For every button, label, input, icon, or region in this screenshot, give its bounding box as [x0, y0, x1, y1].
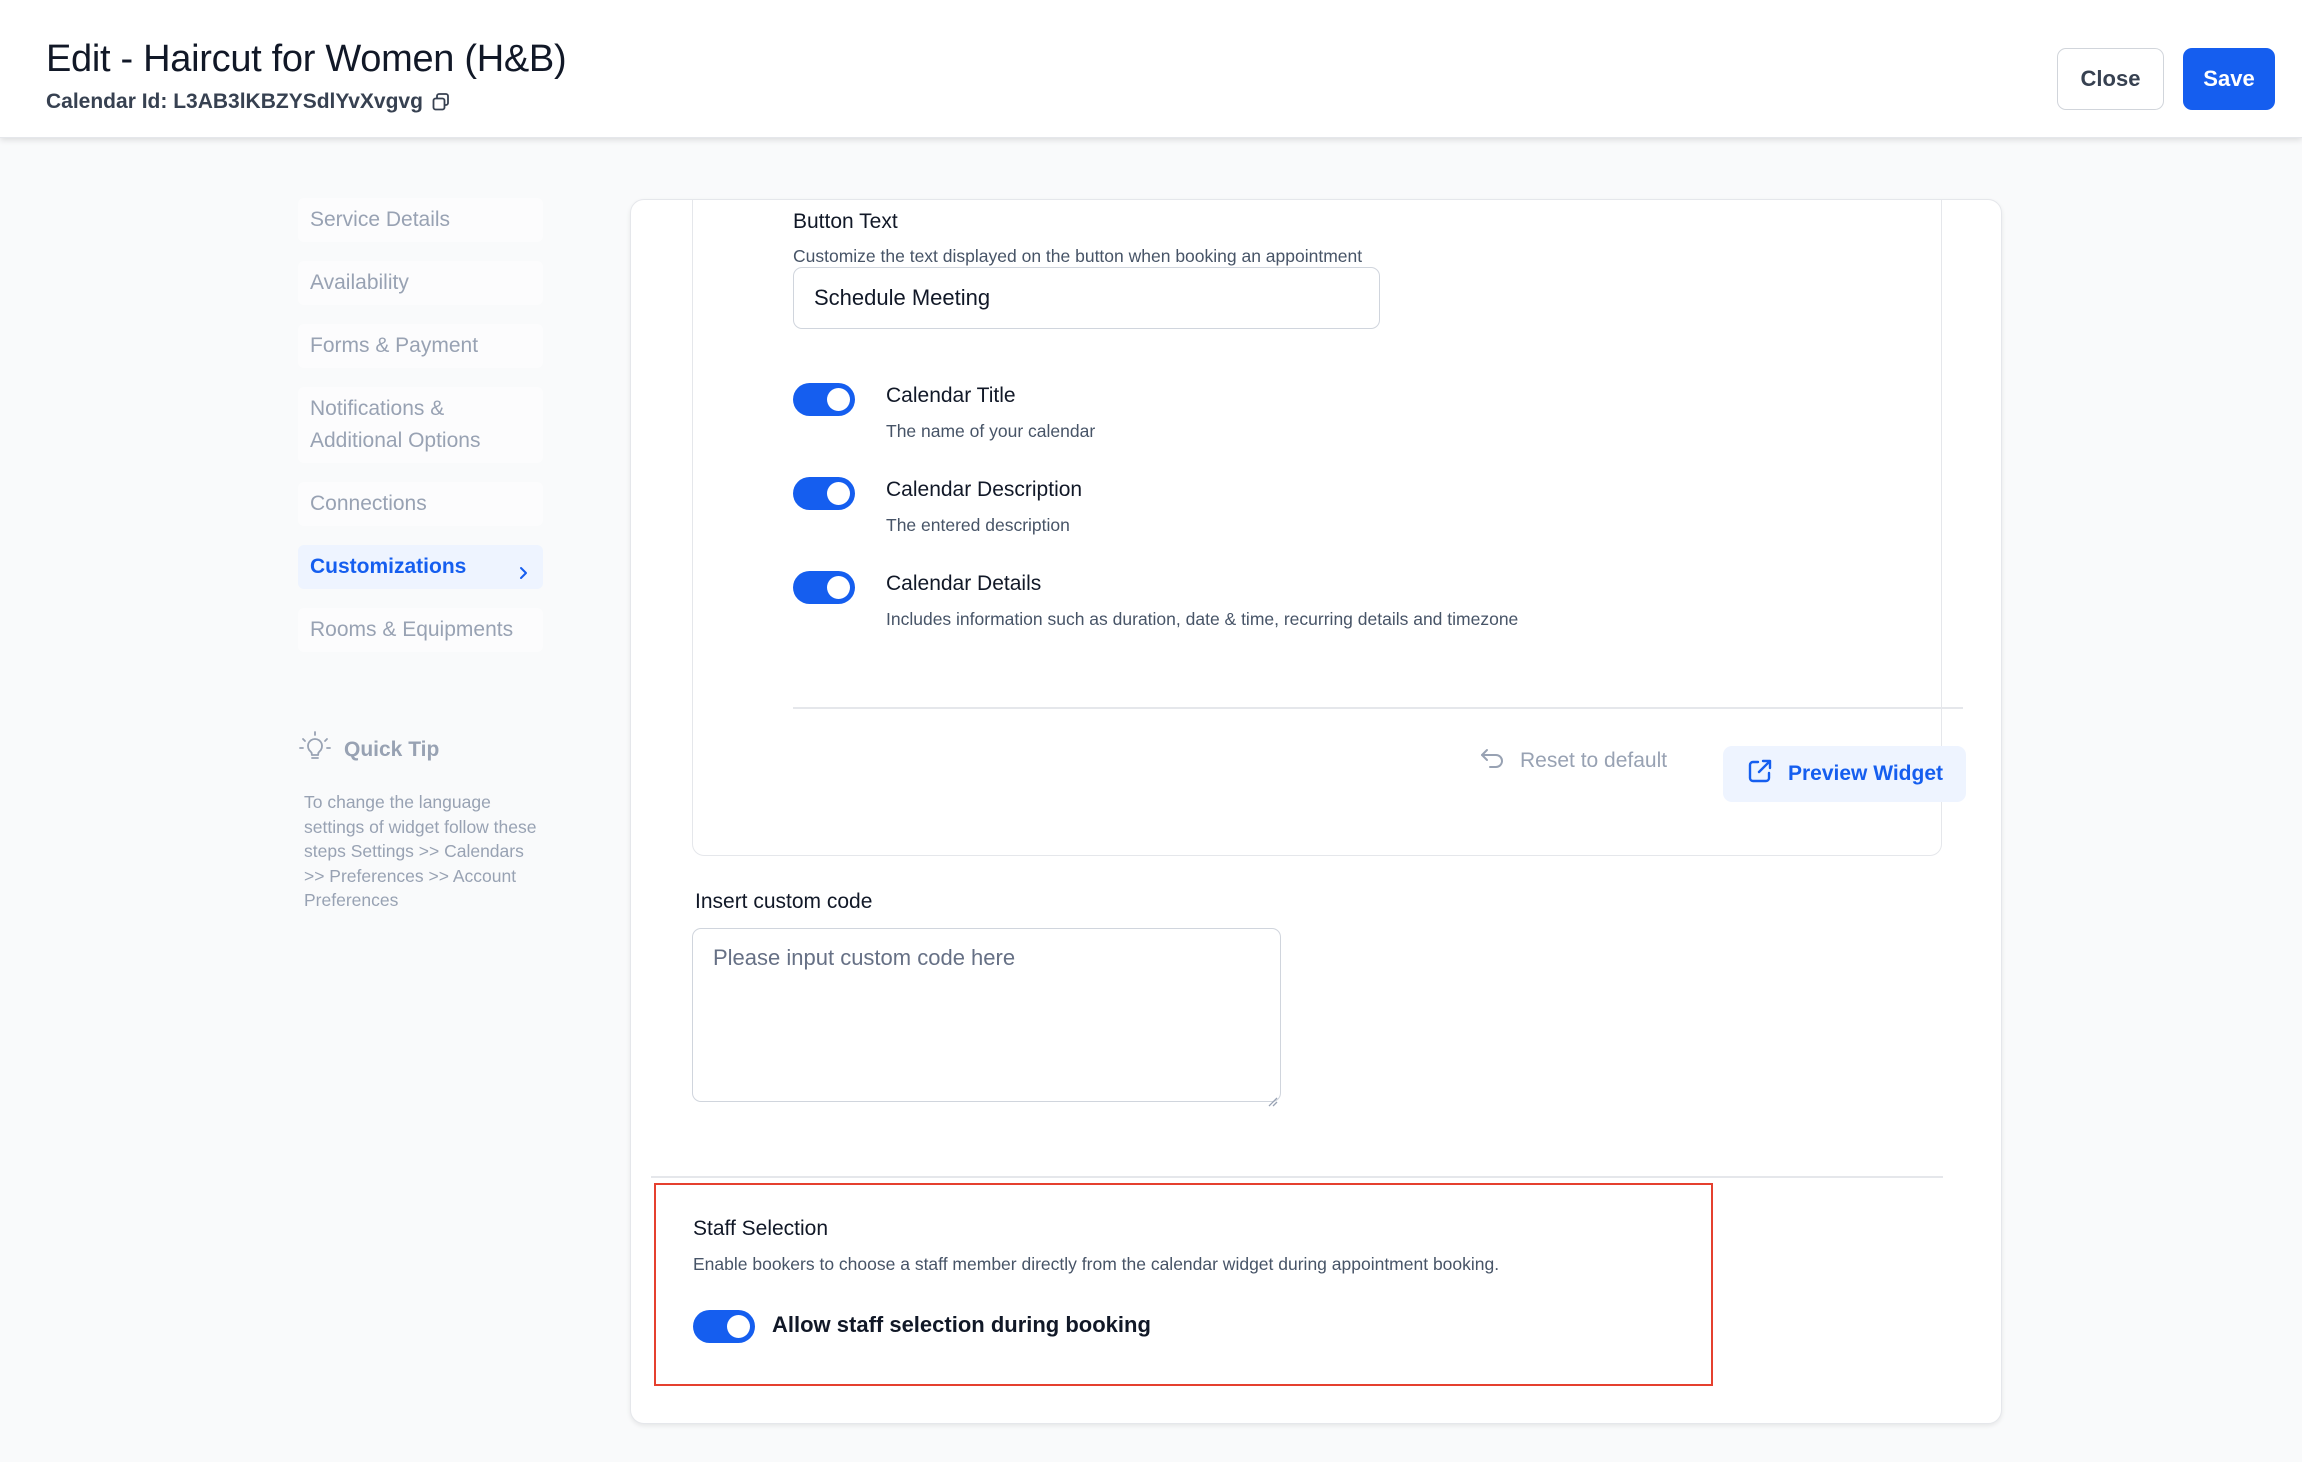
calendar-title-label: Calendar Title [886, 384, 1016, 407]
sidebar-item-label: Forms & Payment [310, 334, 479, 357]
sidebar-item-forms-payment[interactable]: Forms & Payment [298, 324, 543, 368]
calendar-details-toggle[interactable] [793, 571, 855, 604]
quick-tip-body: To change the language settings of widge… [304, 792, 537, 910]
sidebar-item-label: Customizations [310, 555, 467, 578]
section-divider [793, 707, 1963, 709]
chevron-right-icon [515, 559, 531, 579]
save-button[interactable]: Save [2183, 48, 2275, 110]
preview-widget-button[interactable]: Preview Widget [1723, 746, 1966, 802]
page-title: Edit - Haircut for Women (H&B) [46, 38, 567, 80]
close-button[interactable]: Close [2057, 48, 2164, 110]
quick-tip-title: Quick Tip [344, 738, 440, 761]
staff-selection-desc: Enable bookers to choose a staff member … [693, 1254, 1500, 1274]
lightbulb-icon [298, 730, 332, 770]
calendar-description-desc: The entered description [886, 515, 1070, 535]
calendar-details-desc: Includes information such as duration, d… [886, 609, 1519, 629]
reset-to-default-button[interactable]: Reset to default [1478, 746, 1667, 776]
reset-label: Reset to default [1520, 749, 1668, 772]
button-text-help: Customize the text displayed on the butt… [793, 246, 1363, 266]
staff-selection-title: Staff Selection [693, 1217, 829, 1240]
sidebar-item-label: Connections [310, 492, 427, 515]
calendar-description-toggle[interactable] [793, 477, 855, 510]
sidebar-item-service-details[interactable]: Service Details [298, 198, 543, 242]
section-divider [651, 1176, 1943, 1178]
sidebar-item-connections[interactable]: Connections [298, 482, 543, 526]
quick-tip: Quick Tip To change the language setting… [298, 730, 543, 913]
calendar-details-label: Calendar Details [886, 572, 1042, 595]
sidebar-item-customizations[interactable]: Customizations [298, 545, 543, 589]
staff-selection-toggle[interactable] [693, 1310, 755, 1343]
widget-settings-panel: Button Text Customize the text displayed… [692, 200, 1966, 856]
sidebar-item-label: Availability [310, 271, 409, 294]
calendar-id: Calendar Id: L3AB3lKBZYSdlYvXvgvg [46, 90, 451, 114]
preview-label: Preview Widget [1787, 762, 1944, 785]
custom-code-placeholder: Please input custom code here [713, 945, 1016, 970]
customizations-card: Button Text Customize the text displayed… [630, 199, 2002, 1424]
calendar-id-text: Calendar Id: L3AB3lKBZYSdlYvXvgvg [46, 90, 423, 113]
undo-icon [1478, 746, 1506, 776]
copy-icon[interactable] [431, 92, 451, 112]
button-text-input[interactable]: Schedule Meeting [793, 267, 1380, 329]
sidebar-item-label: Rooms & Equipments [310, 618, 514, 641]
sidebar-item-rooms-equipments[interactable]: Rooms & Equipments [298, 608, 543, 652]
custom-code-label: Insert custom code [695, 890, 873, 913]
sidebar-item-label: Notifications & Additional Options [310, 397, 481, 452]
page-header: Edit - Haircut for Women (H&B) Calendar … [0, 0, 2302, 138]
button-text-label: Button Text [793, 210, 898, 233]
custom-code-textarea[interactable]: Please input custom code here [692, 928, 1281, 1107]
sidebar-item-notifications[interactable]: Notifications & Additional Options [298, 387, 543, 463]
staff-selection-toggle-label: Allow staff selection during booking [772, 1312, 1151, 1337]
calendar-title-desc: The name of your calendar [886, 421, 1096, 441]
calendar-title-toggle[interactable] [793, 383, 855, 416]
external-link-icon [1746, 757, 1774, 791]
sidebar-item-label: Service Details [310, 208, 451, 231]
staff-selection-highlight [654, 1183, 1713, 1386]
resize-handle-icon[interactable] [1266, 1087, 1278, 1107]
calendar-description-label: Calendar Description [886, 478, 1083, 501]
sidebar-item-availability[interactable]: Availability [298, 261, 543, 305]
